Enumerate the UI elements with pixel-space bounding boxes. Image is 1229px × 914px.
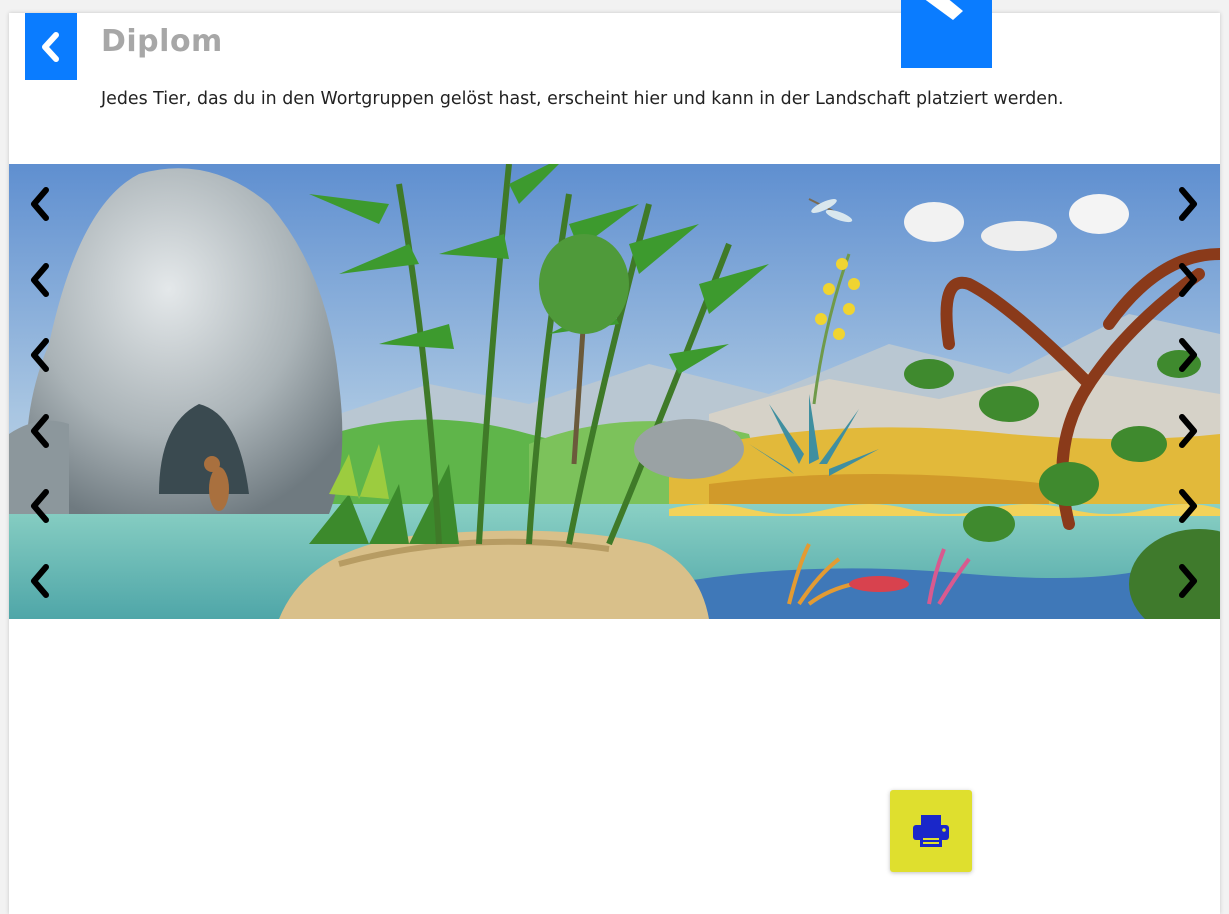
pencil-icon xyxy=(925,0,963,20)
chevron-right-icon xyxy=(1179,338,1197,372)
edit-tool-button[interactable] xyxy=(901,0,992,68)
chevron-right-icon xyxy=(1179,414,1197,448)
move-left-arrow-4[interactable] xyxy=(20,409,60,453)
move-left-arrow-6[interactable] xyxy=(20,559,60,603)
move-right-arrow-1[interactable] xyxy=(1168,182,1208,226)
landscape-painting xyxy=(9,164,1220,619)
printer-icon xyxy=(913,815,949,847)
chevron-right-icon xyxy=(1179,489,1197,523)
chevron-left-icon xyxy=(42,31,59,62)
chevron-left-icon xyxy=(31,564,49,598)
move-right-arrow-6[interactable] xyxy=(1168,559,1208,603)
page-title: Diplom xyxy=(101,24,223,59)
chevron-left-icon xyxy=(31,489,49,523)
chevron-left-icon xyxy=(31,187,49,221)
print-button[interactable] xyxy=(890,790,972,872)
move-right-arrow-3[interactable] xyxy=(1168,333,1208,377)
chevron-right-icon xyxy=(1179,187,1197,221)
move-left-arrow-3[interactable] xyxy=(20,333,60,377)
chevron-left-icon xyxy=(31,414,49,448)
move-left-arrow-1[interactable] xyxy=(20,182,60,226)
page-description: Jedes Tier, das du in den Wortgruppen ge… xyxy=(101,89,1064,109)
move-right-arrow-5[interactable] xyxy=(1168,484,1208,528)
chevron-right-icon xyxy=(1179,263,1197,297)
chevron-left-icon xyxy=(31,338,49,372)
move-right-arrow-2[interactable] xyxy=(1168,258,1208,302)
chevron-right-icon xyxy=(1179,564,1197,598)
move-left-arrow-2[interactable] xyxy=(20,258,60,302)
chevron-left-icon xyxy=(31,263,49,297)
move-left-arrow-5[interactable] xyxy=(20,484,60,528)
move-right-arrow-4[interactable] xyxy=(1168,409,1208,453)
back-button[interactable] xyxy=(25,13,77,80)
landscape-scene[interactable] xyxy=(9,164,1220,619)
